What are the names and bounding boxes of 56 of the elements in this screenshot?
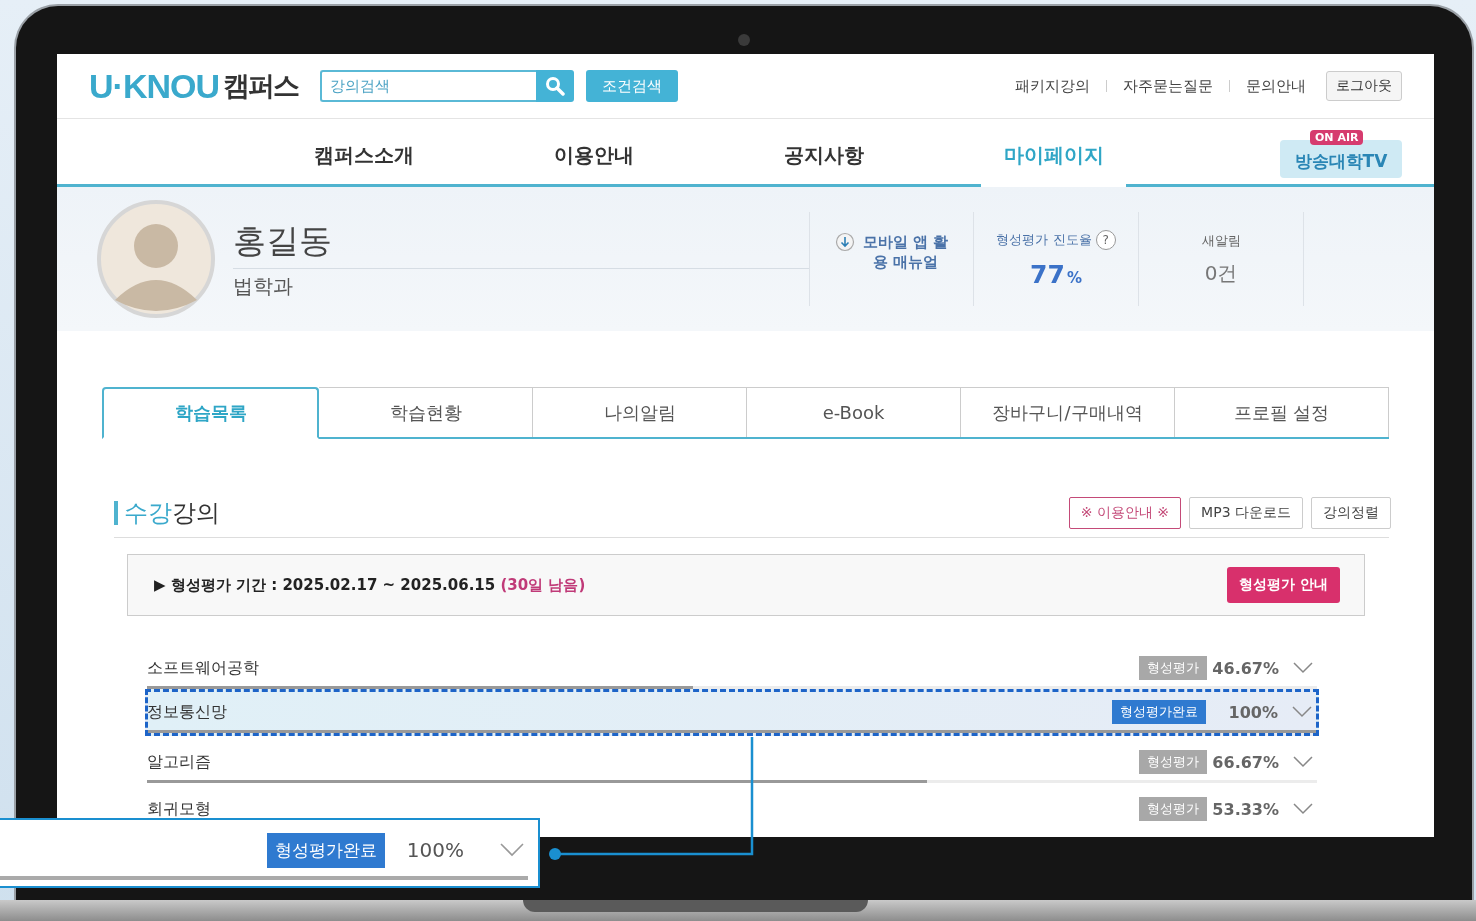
- course-row[interactable]: 소프트웨어공학 형성평가 46.67%: [147, 642, 1317, 689]
- site-logo[interactable]: U·KNOU 캠퍼스: [89, 66, 298, 106]
- tab[interactable]: 프로필 설정: [1175, 387, 1389, 437]
- course-name: 소프트웨어공학: [147, 657, 259, 679]
- alerts-count: 0건: [1204, 259, 1238, 287]
- chevron-down-icon: [500, 843, 524, 857]
- tab[interactable]: 나의알림: [533, 387, 747, 437]
- nav-menu-item[interactable]: 이용안내: [521, 119, 666, 187]
- status-badge: 형성평가: [1139, 797, 1207, 821]
- course-percent: 100%: [1227, 702, 1278, 722]
- course-percent: 46.67%: [1211, 658, 1279, 678]
- tab[interactable]: 장바구니/구매내역: [961, 387, 1175, 437]
- nav-menu-item[interactable]: 공지사항: [751, 119, 896, 187]
- section-button[interactable]: 강의정렬: [1311, 497, 1391, 529]
- help-icon[interactable]: ?: [1095, 229, 1116, 250]
- search-icon: [545, 76, 565, 96]
- course-row[interactable]: 알고리즘 형성평가 66.67%: [147, 736, 1317, 783]
- nav-menu-item[interactable]: 캠퍼스소개: [291, 119, 436, 187]
- course-name: 회귀모형: [147, 798, 211, 820]
- user-name: 홍길동: [233, 218, 809, 269]
- header-link[interactable]: 문의안내: [1246, 76, 1306, 96]
- status-badge: 형성평가: [1139, 656, 1207, 680]
- status-badge: 형성평가완료: [1112, 700, 1206, 724]
- on-air-badge: ON AIR: [1310, 129, 1364, 145]
- chevron-down-icon: [1293, 756, 1313, 768]
- tab[interactable]: e-Book: [747, 387, 961, 437]
- course-name: 정보통신망: [147, 701, 227, 723]
- course-name: 알고리즘: [147, 751, 211, 773]
- progress-value: 77%: [1030, 259, 1082, 289]
- header-link[interactable]: 패키지강의: [1015, 76, 1090, 96]
- user-department: 법학과: [233, 272, 294, 300]
- camera-icon: [738, 34, 750, 46]
- manual-link[interactable]: 모바일 앱 활용 매뉴얼: [809, 212, 973, 306]
- progress-label: 형성평가 진도율: [996, 230, 1092, 249]
- course-percent: 100%: [406, 838, 464, 862]
- download-icon: [834, 232, 855, 252]
- notice-text: ▶ 형성평가 기간 : 2025.02.17 ~ 2025.06.15 (30일 남음): [154, 575, 586, 595]
- course-row[interactable]: 회귀모형 형성평가 53.33%: [147, 783, 1317, 830]
- search-field[interactable]: 강의검색: [320, 70, 536, 102]
- status-badge: 형성평가: [1139, 750, 1207, 774]
- chevron-down-icon: [1293, 803, 1313, 815]
- course-percent: 53.33%: [1211, 799, 1279, 819]
- chevron-down-icon: [1293, 662, 1313, 674]
- section-button[interactable]: MP3 다운로드: [1189, 497, 1303, 529]
- status-badge: 형성평가완료: [266, 832, 385, 868]
- highlighted-course-row[interactable]: 정보통신망 형성평가완료 100%: [145, 689, 1319, 736]
- logout-button[interactable]: 로그아웃: [1326, 71, 1402, 101]
- assessment-guide-button[interactable]: 형성평가 안내: [1227, 567, 1340, 603]
- alerts-label: 새알림: [1201, 231, 1241, 250]
- course-percent: 66.67%: [1211, 752, 1279, 772]
- tab[interactable]: 학습현황: [319, 387, 533, 437]
- section-title: 수강강의: [114, 501, 220, 525]
- header-link[interactable]: 자주묻는질문: [1123, 76, 1213, 96]
- chevron-down-icon: [1292, 706, 1312, 718]
- search-button[interactable]: [536, 70, 574, 102]
- section-button[interactable]: ※ 이용안내 ※: [1068, 497, 1182, 529]
